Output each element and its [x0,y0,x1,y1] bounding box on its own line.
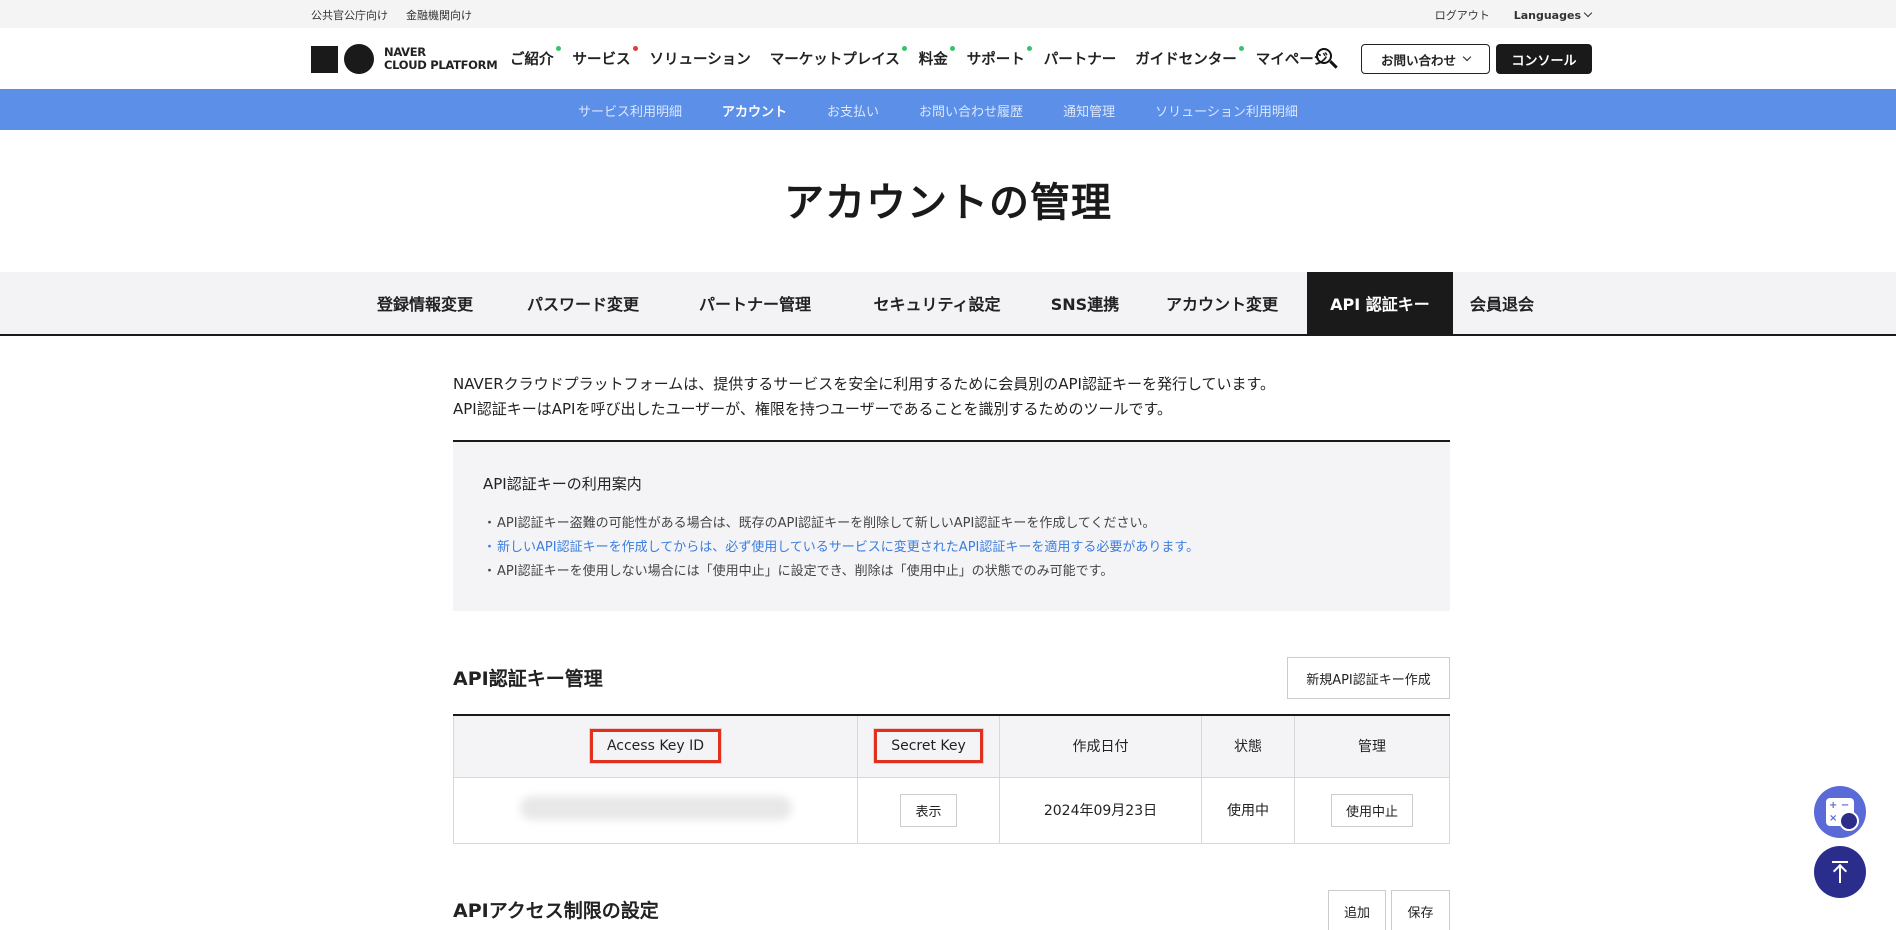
new-dot-icon [1238,46,1244,51]
logo-line-2: CLOUD PLATFORM [384,58,498,72]
logo-circle-icon [344,44,374,74]
nav-item-label: パートナー [1043,52,1117,68]
tab-account-change[interactable]: アカウント変更 [1160,272,1284,334]
nav-item[interactable]: ご紹介 [510,46,561,69]
nav-item[interactable]: 料金 [918,46,955,69]
logout-link[interactable]: ログアウト [1435,7,1490,23]
guide-item: API認証キーを使用しない場合には「使用中止」に設定でき、削除は「使用中止」の状… [483,560,1199,584]
tab-sns[interactable]: SNS連携 [1044,272,1126,334]
languages-dropdown[interactable]: Languages [1513,8,1593,22]
global-nav: ご紹介 サービス ソリューション マーケットプレイス 料金 サポート パートナー ガイドセンタ… [510,46,1347,69]
subnav-service-usage[interactable]: サービス利用明細 [578,101,682,120]
nav-item[interactable]: パートナー [1044,48,1117,69]
show-secret-button[interactable]: 表示 [900,793,957,827]
contact-label: お問い合わせ [1380,52,1456,68]
logo-square-icon [311,45,338,73]
guide-item: API認証キー盗難の可能性がある場合は、既存のAPI認証キーを削除して新しいAP… [483,512,1199,536]
subnav-solution-usage[interactable]: ソリューション利用明細 [1155,101,1298,120]
nav-item-label: サービス [572,52,631,68]
arrow-up-icon [1832,861,1848,863]
calculator-fab[interactable] [1814,786,1866,838]
subnav-account[interactable]: アカウント [722,101,788,134]
tab-password[interactable]: パスワード変更 [516,272,650,334]
logo-text: NAVER CLOUD PLATFORM [384,46,498,72]
nav-item[interactable]: ソリューション [650,48,751,69]
key-management-title: API認証キー管理 [453,668,603,690]
save-button[interactable]: 保存 [1391,890,1450,930]
search-icon[interactable] [1316,48,1338,70]
manage-cell: 使用中止 [1294,776,1450,844]
mypage-subnav: サービス利用明細 アカウント お支払い お問い合わせ履歴 通知管理 ソリューショ… [0,89,1896,134]
tab-api-key[interactable]: API 認証キー [1307,272,1453,334]
col-secret-key: Secret Key [857,714,1000,778]
utility-bar: 公共官公庁向け 金融機関向け ログアウト Languages [0,0,1896,28]
chevron-down-icon [1462,52,1472,62]
nav-item[interactable]: ガイドセンター [1135,46,1244,69]
col-access-key-id: Access Key ID [453,714,858,778]
account-tabs: 登録情報変更 パスワード変更 パートナー管理 セキュリティ設定 SNS連携 アカ… [0,272,1896,336]
main-header: NAVER CLOUD PLATFORM ご紹介 サービス ソリューション マーケット… [0,28,1896,89]
nav-item[interactable]: サポート [966,46,1032,69]
tab-withdraw[interactable]: 会員退会 [1466,272,1538,334]
secret-key-cell: 表示 [857,776,1000,844]
nav-item-label: サポート [966,52,1025,68]
create-api-key-button[interactable]: 新規API認証キー作成 [1287,657,1450,699]
secret-key-header: Secret Key [874,729,983,764]
api-key-intro: NAVERクラウドプラットフォームは、提供するサービスを安全に利用するために会員… [453,372,1275,422]
usage-guide-box: API認証キーの利用案内 API認証キー盗難の可能性がある場合は、既存のAPI認… [453,440,1450,611]
api-key-table: Access Key ID Secret Key 作成日付 状態 管理 表示 2… [453,714,1450,844]
suspend-button[interactable]: 使用中止 [1330,793,1413,827]
new-dot-icon [555,46,561,51]
nav-item-label: ご紹介 [510,52,554,68]
col-created-date: 作成日付 [999,714,1202,778]
subnav-inquiry-history[interactable]: お問い合わせ履歴 [919,101,1023,120]
calculator-icon [1826,798,1859,831]
subnav-notifications[interactable]: 通知管理 [1063,101,1115,120]
status-cell: 使用中 [1201,776,1295,844]
console-button[interactable]: コンソール [1496,44,1592,74]
access-key-id-cell [453,776,858,844]
access-key-id-header: Access Key ID [589,729,722,764]
col-status: 状態 [1201,714,1295,778]
created-date-cell: 2024年09月23日 [999,776,1202,844]
new-dot-icon [632,46,638,51]
add-button[interactable]: 追加 [1328,890,1386,930]
link-financial[interactable]: 金融機関向け [406,7,472,23]
new-dot-icon [1026,46,1032,51]
link-public-sector[interactable]: 公共官公庁向け [311,7,388,23]
nav-item-label: マーケットプレイス [769,52,900,68]
intro-line-1: NAVERクラウドプラットフォームは、提供するサービスを安全に利用するために会員… [453,375,1276,393]
intro-line-2: API認証キーはAPIを呼び出したユーザーが、権限を持つユーザーであることを識別… [453,400,1173,418]
naver-cloud-logo[interactable]: NAVER CLOUD PLATFORM [311,44,498,74]
tab-partner[interactable]: パートナー管理 [688,272,822,334]
languages-label: Languages [1513,8,1581,22]
tab-profile[interactable]: 登録情報変更 [364,272,486,334]
access-restriction-title: APIアクセス制限の設定 [453,900,659,922]
nav-item[interactable]: マーケットプレイス [769,46,907,69]
guide-item-highlight: 新しいAPI認証キーを作成してからは、必ず使用しているサービスに変更されたAPI… [483,536,1199,560]
tab-security[interactable]: セキュリティ設定 [866,272,1008,334]
contact-dropdown-button[interactable]: お問い合わせ [1361,44,1490,74]
page-title: アカウントの管理 [784,180,1112,226]
guide-title: API認証キーの利用案内 [483,475,642,493]
col-manage: 管理 [1294,714,1450,778]
masked-access-key [519,796,792,820]
nav-item-label: ソリューション [649,52,751,68]
nav-item-label: 料金 [918,52,948,68]
scroll-top-fab[interactable] [1814,846,1866,898]
nav-item-label: ガイドセンター [1135,52,1237,68]
table-row: 表示 2024年09月23日 使用中 使用中止 [453,776,1450,844]
subnav-payment[interactable]: お支払い [827,101,879,120]
table-header-row: Access Key ID Secret Key 作成日付 状態 管理 [453,714,1450,778]
chevron-down-icon [1583,8,1593,18]
new-dot-icon [901,46,907,51]
new-dot-icon [949,46,955,51]
nav-item[interactable]: サービス [572,46,638,69]
